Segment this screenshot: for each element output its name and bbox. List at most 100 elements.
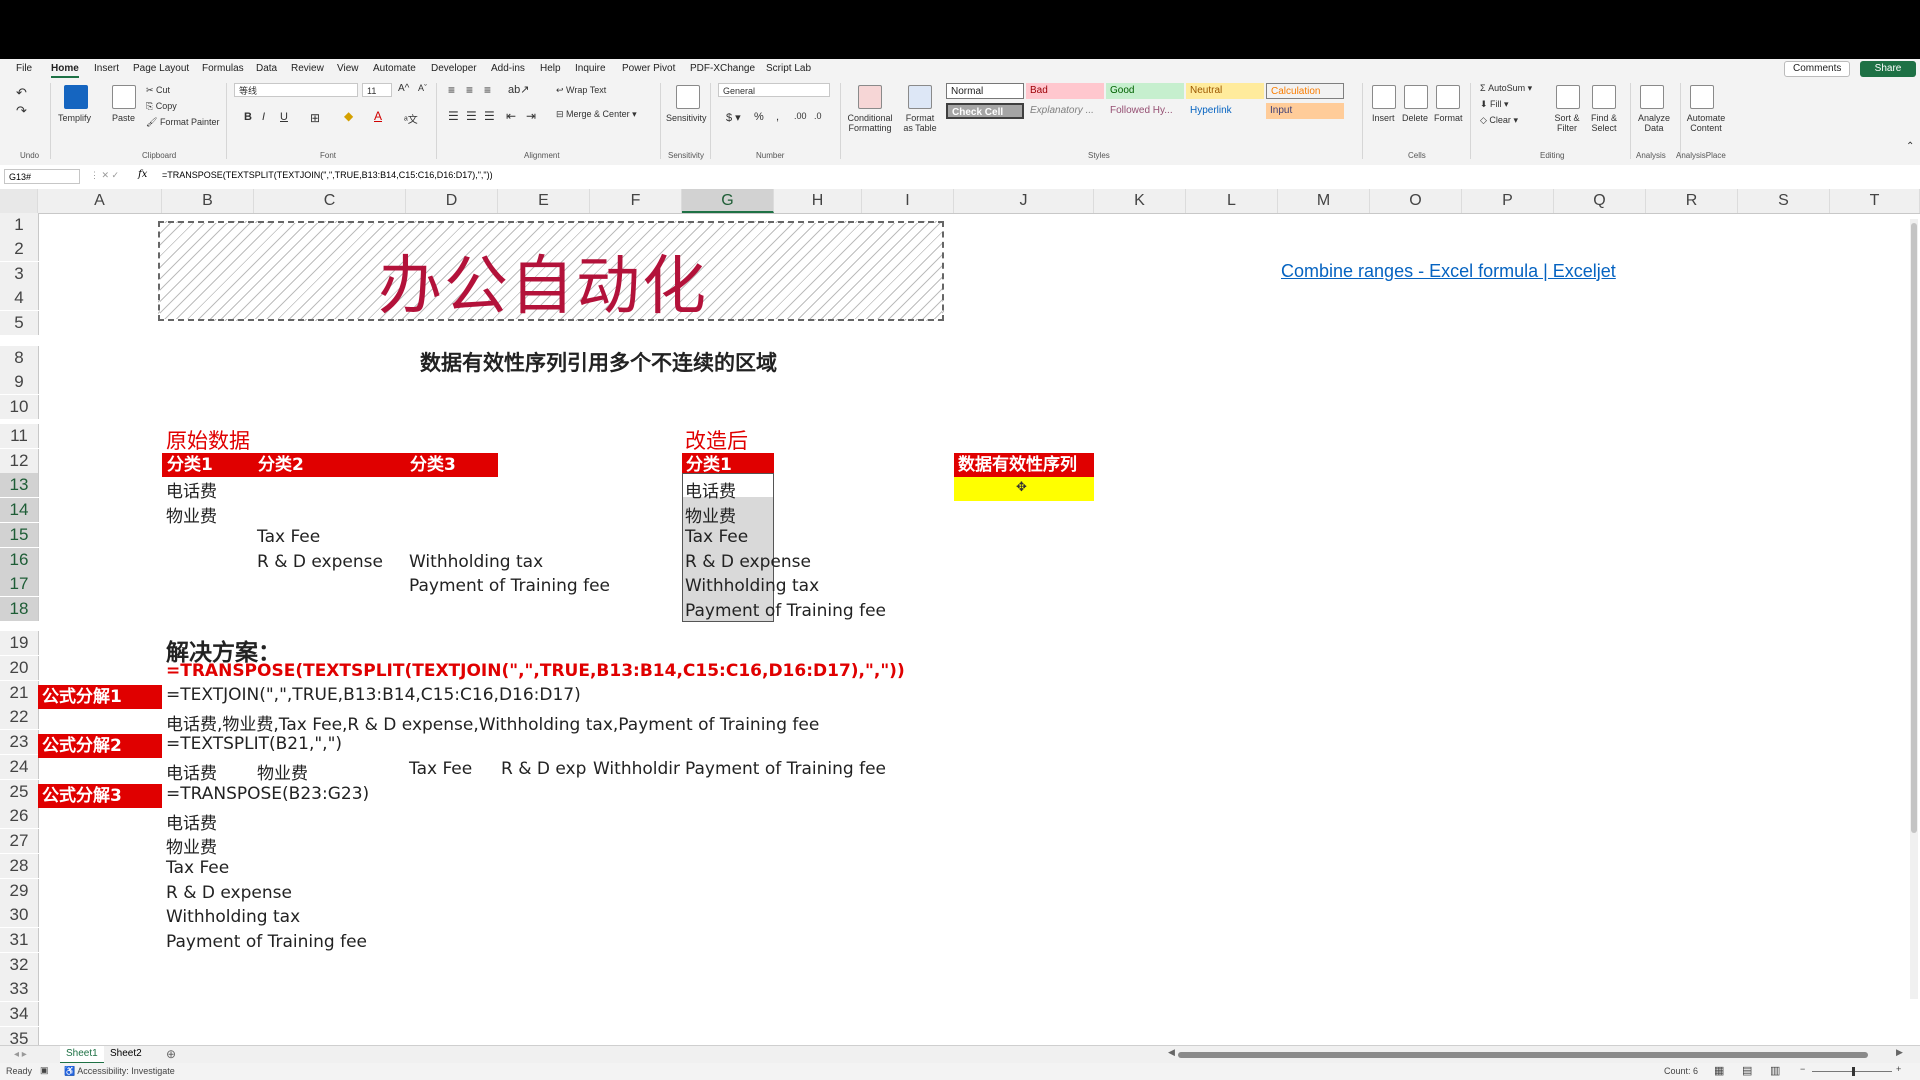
step2-item[interactable]: R & D exp xyxy=(501,759,589,779)
cell-c16[interactable]: R & D expense xyxy=(257,552,383,572)
step2-item[interactable]: Payment of Training fee xyxy=(685,759,886,779)
format-cells-icon[interactable] xyxy=(1436,85,1460,109)
style-normal[interactable]: Normal xyxy=(946,83,1024,99)
step3-item[interactable]: 物业费 xyxy=(166,833,217,858)
step2-item[interactable]: 物业费 xyxy=(257,759,308,784)
number-format-select[interactable]: General xyxy=(718,83,830,97)
currency-icon[interactable]: $ ▾ xyxy=(726,111,741,124)
tab-help[interactable]: Help xyxy=(540,63,561,74)
column-header[interactable]: T xyxy=(1830,189,1920,213)
scroll-left-icon[interactable]: ◀ xyxy=(1168,1047,1175,1058)
tab-inquire[interactable]: Inquire xyxy=(575,63,606,74)
main-formula[interactable]: =TRANSPOSE(TEXTSPLIT(TEXTJOIN(",",TRUE,B… xyxy=(166,661,905,681)
find-select-button[interactable]: Find & Select xyxy=(1586,113,1622,133)
wrap-text-button[interactable]: ↩ Wrap Text xyxy=(556,85,606,96)
tab-pdf-xchange[interactable]: PDF-XChange xyxy=(690,63,755,74)
font-name-select[interactable]: 等线 xyxy=(234,83,358,97)
autosum-button[interactable]: Σ AutoSum ▾ xyxy=(1480,83,1532,94)
step3-item[interactable]: R & D expense xyxy=(166,883,292,903)
tab-developer[interactable]: Developer xyxy=(431,63,477,74)
align-left-icon[interactable]: ☰ xyxy=(448,109,459,123)
column-header[interactable]: I xyxy=(862,189,954,213)
step2-formula[interactable]: =TEXTSPLIT(B21,",") xyxy=(166,734,342,754)
phonetic-icon[interactable]: ᵃ文 xyxy=(404,111,418,126)
insert-cells-button[interactable]: Insert xyxy=(1372,113,1395,123)
cut-button[interactable]: ✂ Cut xyxy=(146,85,170,96)
format-painter-button[interactable]: 🖌 Format Painter xyxy=(146,117,219,128)
sheet-tab-sheet2[interactable]: Sheet2 xyxy=(110,1048,142,1059)
style-check-cell[interactable]: Check Cell xyxy=(946,103,1024,119)
step1-formula[interactable]: =TEXTJOIN(",",TRUE,B13:B14,C15:C16,D16:D… xyxy=(166,685,581,705)
row-header[interactable]: 2 xyxy=(0,237,39,261)
row-header[interactable]: 19 xyxy=(0,631,39,655)
font-color-icon[interactable]: A xyxy=(374,109,382,123)
result-item[interactable]: 物业费 xyxy=(685,502,736,527)
format-cells-button[interactable]: Format xyxy=(1434,113,1463,123)
column-header[interactable]: B xyxy=(162,189,254,213)
row-header[interactable]: 27 xyxy=(0,829,39,853)
column-header[interactable]: E xyxy=(498,189,590,213)
step2-item[interactable]: 电话费 xyxy=(166,759,217,784)
grow-font-icon[interactable]: A^ xyxy=(398,83,409,94)
accessibility-status[interactable]: ♿ Accessibility: Investigate xyxy=(64,1066,175,1077)
step3-item[interactable]: 电话费 xyxy=(166,809,217,834)
analyze-data-button[interactable]: Analyze Data xyxy=(1636,113,1672,133)
bold-icon[interactable]: B xyxy=(244,111,252,123)
sheet-tab-sheet1[interactable]: Sheet1 xyxy=(60,1046,104,1064)
percent-icon[interactable]: % xyxy=(754,111,764,123)
tab-automate[interactable]: Automate xyxy=(373,63,416,74)
undo-icon[interactable]: ↶ xyxy=(16,85,27,101)
row-header[interactable]: 26 xyxy=(0,804,39,828)
sensitivity-icon[interactable] xyxy=(676,85,700,109)
sort-filter-button[interactable]: Sort & Filter xyxy=(1550,113,1584,133)
style-neutral[interactable]: Neutral xyxy=(1186,83,1264,99)
paste-icon[interactable] xyxy=(112,85,136,109)
increase-decimal-icon[interactable]: .00 xyxy=(794,111,807,121)
collapse-ribbon-icon[interactable]: ⌃ xyxy=(1906,141,1914,152)
conditional-formatting-icon[interactable] xyxy=(858,85,882,109)
format-as-table-icon[interactable] xyxy=(908,85,932,109)
horizontal-scrollbar-thumb[interactable] xyxy=(1178,1052,1868,1058)
scroll-right-icon[interactable]: ▶ xyxy=(1896,1047,1903,1058)
format-as-table-button[interactable]: Format as Table xyxy=(900,113,940,133)
row-header[interactable]: 24 xyxy=(0,755,39,779)
zoom-in-icon[interactable]: + xyxy=(1896,1064,1901,1074)
fill-button[interactable]: ⬇ Fill ▾ xyxy=(1480,99,1509,110)
row-header-selected[interactable]: 18 xyxy=(0,597,39,621)
row-header[interactable]: 8 xyxy=(0,346,39,370)
row-header[interactable]: 31 xyxy=(0,928,39,952)
row-header[interactable]: 35 xyxy=(0,1027,39,1045)
normal-view-icon[interactable]: ▦ xyxy=(1714,1064,1724,1077)
automate-content-button[interactable]: Automate Content xyxy=(1684,113,1728,133)
tab-power-pivot[interactable]: Power Pivot xyxy=(622,63,675,74)
column-header[interactable]: Q xyxy=(1554,189,1646,213)
column-header[interactable]: A xyxy=(38,189,162,213)
step3-item[interactable]: Payment of Training fee xyxy=(166,932,367,952)
row-header[interactable]: 29 xyxy=(0,879,39,903)
column-header[interactable]: C xyxy=(254,189,406,213)
tab-home[interactable]: Home xyxy=(51,63,79,78)
decrease-indent-icon[interactable]: ⇤ xyxy=(506,109,516,123)
column-header[interactable]: K xyxy=(1094,189,1186,213)
column-header[interactable]: M xyxy=(1278,189,1370,213)
clear-button[interactable]: ◇ Clear ▾ xyxy=(1480,115,1518,126)
column-header[interactable]: S xyxy=(1738,189,1830,213)
tab-formulas[interactable]: Formulas xyxy=(202,63,244,74)
step3-formula[interactable]: =TRANSPOSE(B23:G23) xyxy=(166,784,369,804)
copy-button[interactable]: ⎘ Copy xyxy=(146,101,177,112)
conditional-formatting-button[interactable]: Conditional Formatting xyxy=(842,113,898,133)
comments-button[interactable]: Comments xyxy=(1784,61,1851,77)
row-header[interactable]: 11 xyxy=(0,424,39,448)
page-break-view-icon[interactable]: ▥ xyxy=(1770,1064,1780,1077)
orientation-icon[interactable]: ab↗ xyxy=(508,83,529,96)
column-header[interactable]: D xyxy=(406,189,498,213)
vertical-scrollbar[interactable] xyxy=(1910,219,1918,999)
tab-page-layout[interactable]: Page Layout xyxy=(133,63,189,74)
row-header[interactable]: 20 xyxy=(0,656,39,680)
insert-cells-icon[interactable] xyxy=(1372,85,1396,109)
sort-filter-icon[interactable] xyxy=(1556,85,1580,109)
column-header[interactable]: R xyxy=(1646,189,1738,213)
result-item[interactable]: 电话费 xyxy=(685,477,736,502)
align-center-icon[interactable]: ☰ xyxy=(466,109,477,123)
cell-d16[interactable]: Withholding tax xyxy=(409,552,543,572)
